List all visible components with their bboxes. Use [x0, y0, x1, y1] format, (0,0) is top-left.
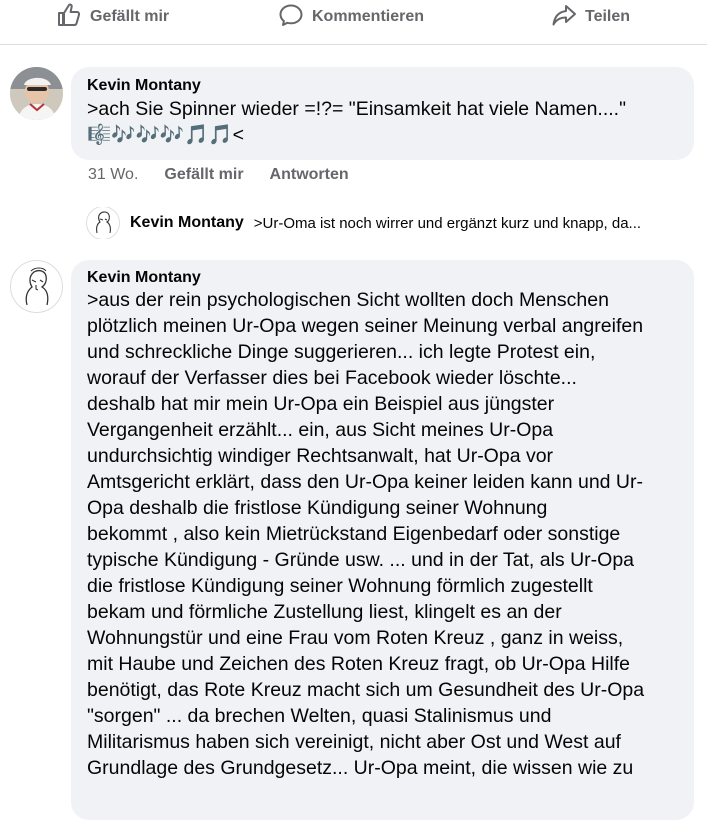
comment-line: bekam und förmliche Zustellung liest, kl… — [87, 601, 562, 623]
like-thumb-icon — [56, 2, 82, 33]
comment-text-emoji-line: 🎼🎶🎶🎶🎵🎵< — [87, 124, 245, 146]
comment-line: mit Haube und Zeichen des Roten Kreuz fr… — [87, 653, 631, 675]
comment-text: >ach Sie Spinner wieder =!?= "Einsamkeit… — [87, 98, 627, 120]
comment-line: "sorgen" ... da brechen Welten, quasi St… — [87, 705, 552, 727]
comment-timestamp[interactable]: 31 Wo. — [88, 166, 138, 184]
comment-line: Grundlage des Grundgesetz... Ur-Opa mein… — [87, 757, 634, 779]
comment-line: plötzlich meinen Ur-Opa wegen seiner Mei… — [87, 315, 644, 337]
reply-author[interactable]: Kevin Montany — [130, 214, 244, 232]
comment-line: typische Kündigung - Gründe usw. ... und… — [87, 549, 635, 571]
comment-meta: 31 Wo. Gefällt mir Antworten — [88, 164, 349, 186]
share-button[interactable]: Teilen — [551, 0, 630, 34]
comment-line: und schreckliche Dinge suggerieren... ic… — [87, 341, 596, 363]
like-button[interactable]: Gefällt mir — [56, 0, 169, 34]
share-label: Teilen — [585, 8, 631, 25]
comment-line: Wohnungstür und eine Frau vom Roten Kreu… — [87, 627, 624, 649]
like-label: Gefällt mir — [90, 8, 170, 25]
comment-line: Amtsgericht erklärt, dass den Ur-Opa kei… — [87, 471, 643, 493]
post-action-bar: Gefällt mir Kommentieren Teilen — [0, 0, 707, 45]
comment-line: deshalb hat mir mein Ur-Opa ein Beispiel… — [87, 393, 555, 415]
comment-line: benötigt, das Rote Kreuz macht sich um G… — [87, 679, 645, 701]
comment-like-link[interactable]: Gefällt mir — [164, 166, 243, 184]
comment-line: undurchsichtig windiger Rechtsanwalt, ha… — [87, 445, 554, 467]
share-arrow-icon — [551, 2, 577, 33]
comment-bubble-icon — [278, 2, 304, 33]
comment-body: >aus der rein psychologischen Sicht woll… — [87, 287, 678, 781]
sketch-face-icon — [25, 267, 49, 306]
comment-line: bekommt , also kein Mietrückstand Eigenb… — [87, 523, 621, 545]
comment-line: Opa deshalb die fristlose Kündigung sein… — [87, 497, 548, 519]
comment-line: Vergangenheit erzählt... ein, aus Sicht … — [87, 419, 554, 441]
comment-author[interactable]: Kevin Montany — [87, 77, 678, 95]
reply-text: >Ur-Oma ist noch wirrer und ergänzt kurz… — [253, 214, 642, 232]
avatar-photo-icon — [10, 67, 63, 120]
comment-line: >aus der rein psychologischen Sicht woll… — [87, 289, 609, 311]
reply-avatar[interactable] — [86, 207, 120, 239]
sketch-face-icon — [96, 211, 111, 234]
comment-author[interactable]: Kevin Montany — [87, 269, 678, 287]
comment-reply-link[interactable]: Antworten — [270, 166, 349, 184]
comment-bubble: Kevin Montany >ach Sie Spinner wieder =!… — [71, 67, 694, 160]
comment-label: Kommentieren — [312, 8, 425, 25]
reply-preview[interactable]: Kevin Montany >Ur-Oma ist noch wirrer un… — [86, 207, 686, 239]
comment-line: die fristlose Kündigung seiner Wohnung f… — [87, 575, 593, 597]
avatar[interactable] — [10, 67, 63, 120]
comment-line: worauf der Verfasser dies bei Facebook w… — [87, 367, 577, 389]
comment-button[interactable]: Kommentieren — [278, 0, 424, 34]
comment-line: Militarismus haben sich vereinigt, nicht… — [87, 731, 621, 753]
avatar[interactable] — [10, 260, 63, 313]
comment-bubble: Kevin Montany >aus der rein psychologisc… — [71, 260, 694, 820]
